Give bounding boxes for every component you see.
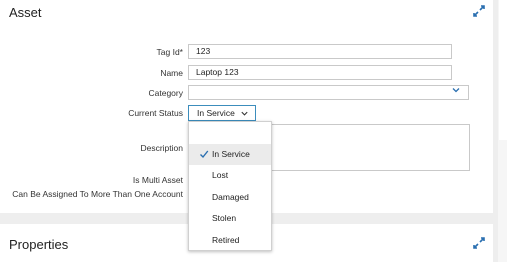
- category-label: Category: [148, 88, 184, 98]
- check-icon: [200, 150, 209, 159]
- current-status-select[interactable]: In Service: [188, 105, 256, 121]
- category-select[interactable]: [188, 85, 469, 100]
- chevron-down-icon[interactable]: [451, 85, 461, 95]
- tag-id-label: Tag Id*: [156, 47, 183, 57]
- status-dropdown-menu: In Service Lost Damaged Stolen Retired: [188, 121, 272, 251]
- name-label: Name: [160, 68, 183, 78]
- collapse-arrows-icon[interactable]: [473, 237, 485, 249]
- name-input[interactable]: Laptop 123: [188, 65, 452, 80]
- asset-section-title: Asset: [9, 5, 42, 20]
- is-multi-asset-label: Is Multi Asset: [132, 175, 183, 185]
- properties-section-title: Properties: [9, 237, 69, 252]
- status-option-stolen[interactable]: Stolen: [189, 208, 271, 229]
- collapse-arrows-icon[interactable]: [473, 5, 485, 17]
- status-option-retired[interactable]: Retired: [189, 230, 271, 251]
- current-status-value: In Service: [197, 108, 235, 118]
- current-status-label: Current Status: [128, 108, 183, 118]
- description-label: Description: [140, 143, 183, 153]
- status-option-damaged[interactable]: Damaged: [189, 187, 271, 208]
- assign-multi-account-label: Can Be Assigned To More Than One Account: [12, 189, 183, 199]
- status-option-in-service[interactable]: In Service: [189, 144, 271, 165]
- right-side-panel-card: [499, 0, 507, 140]
- chevron-down-icon: [241, 111, 248, 116]
- tag-id-input[interactable]: 123: [188, 44, 452, 59]
- status-option-lost[interactable]: Lost: [189, 165, 271, 186]
